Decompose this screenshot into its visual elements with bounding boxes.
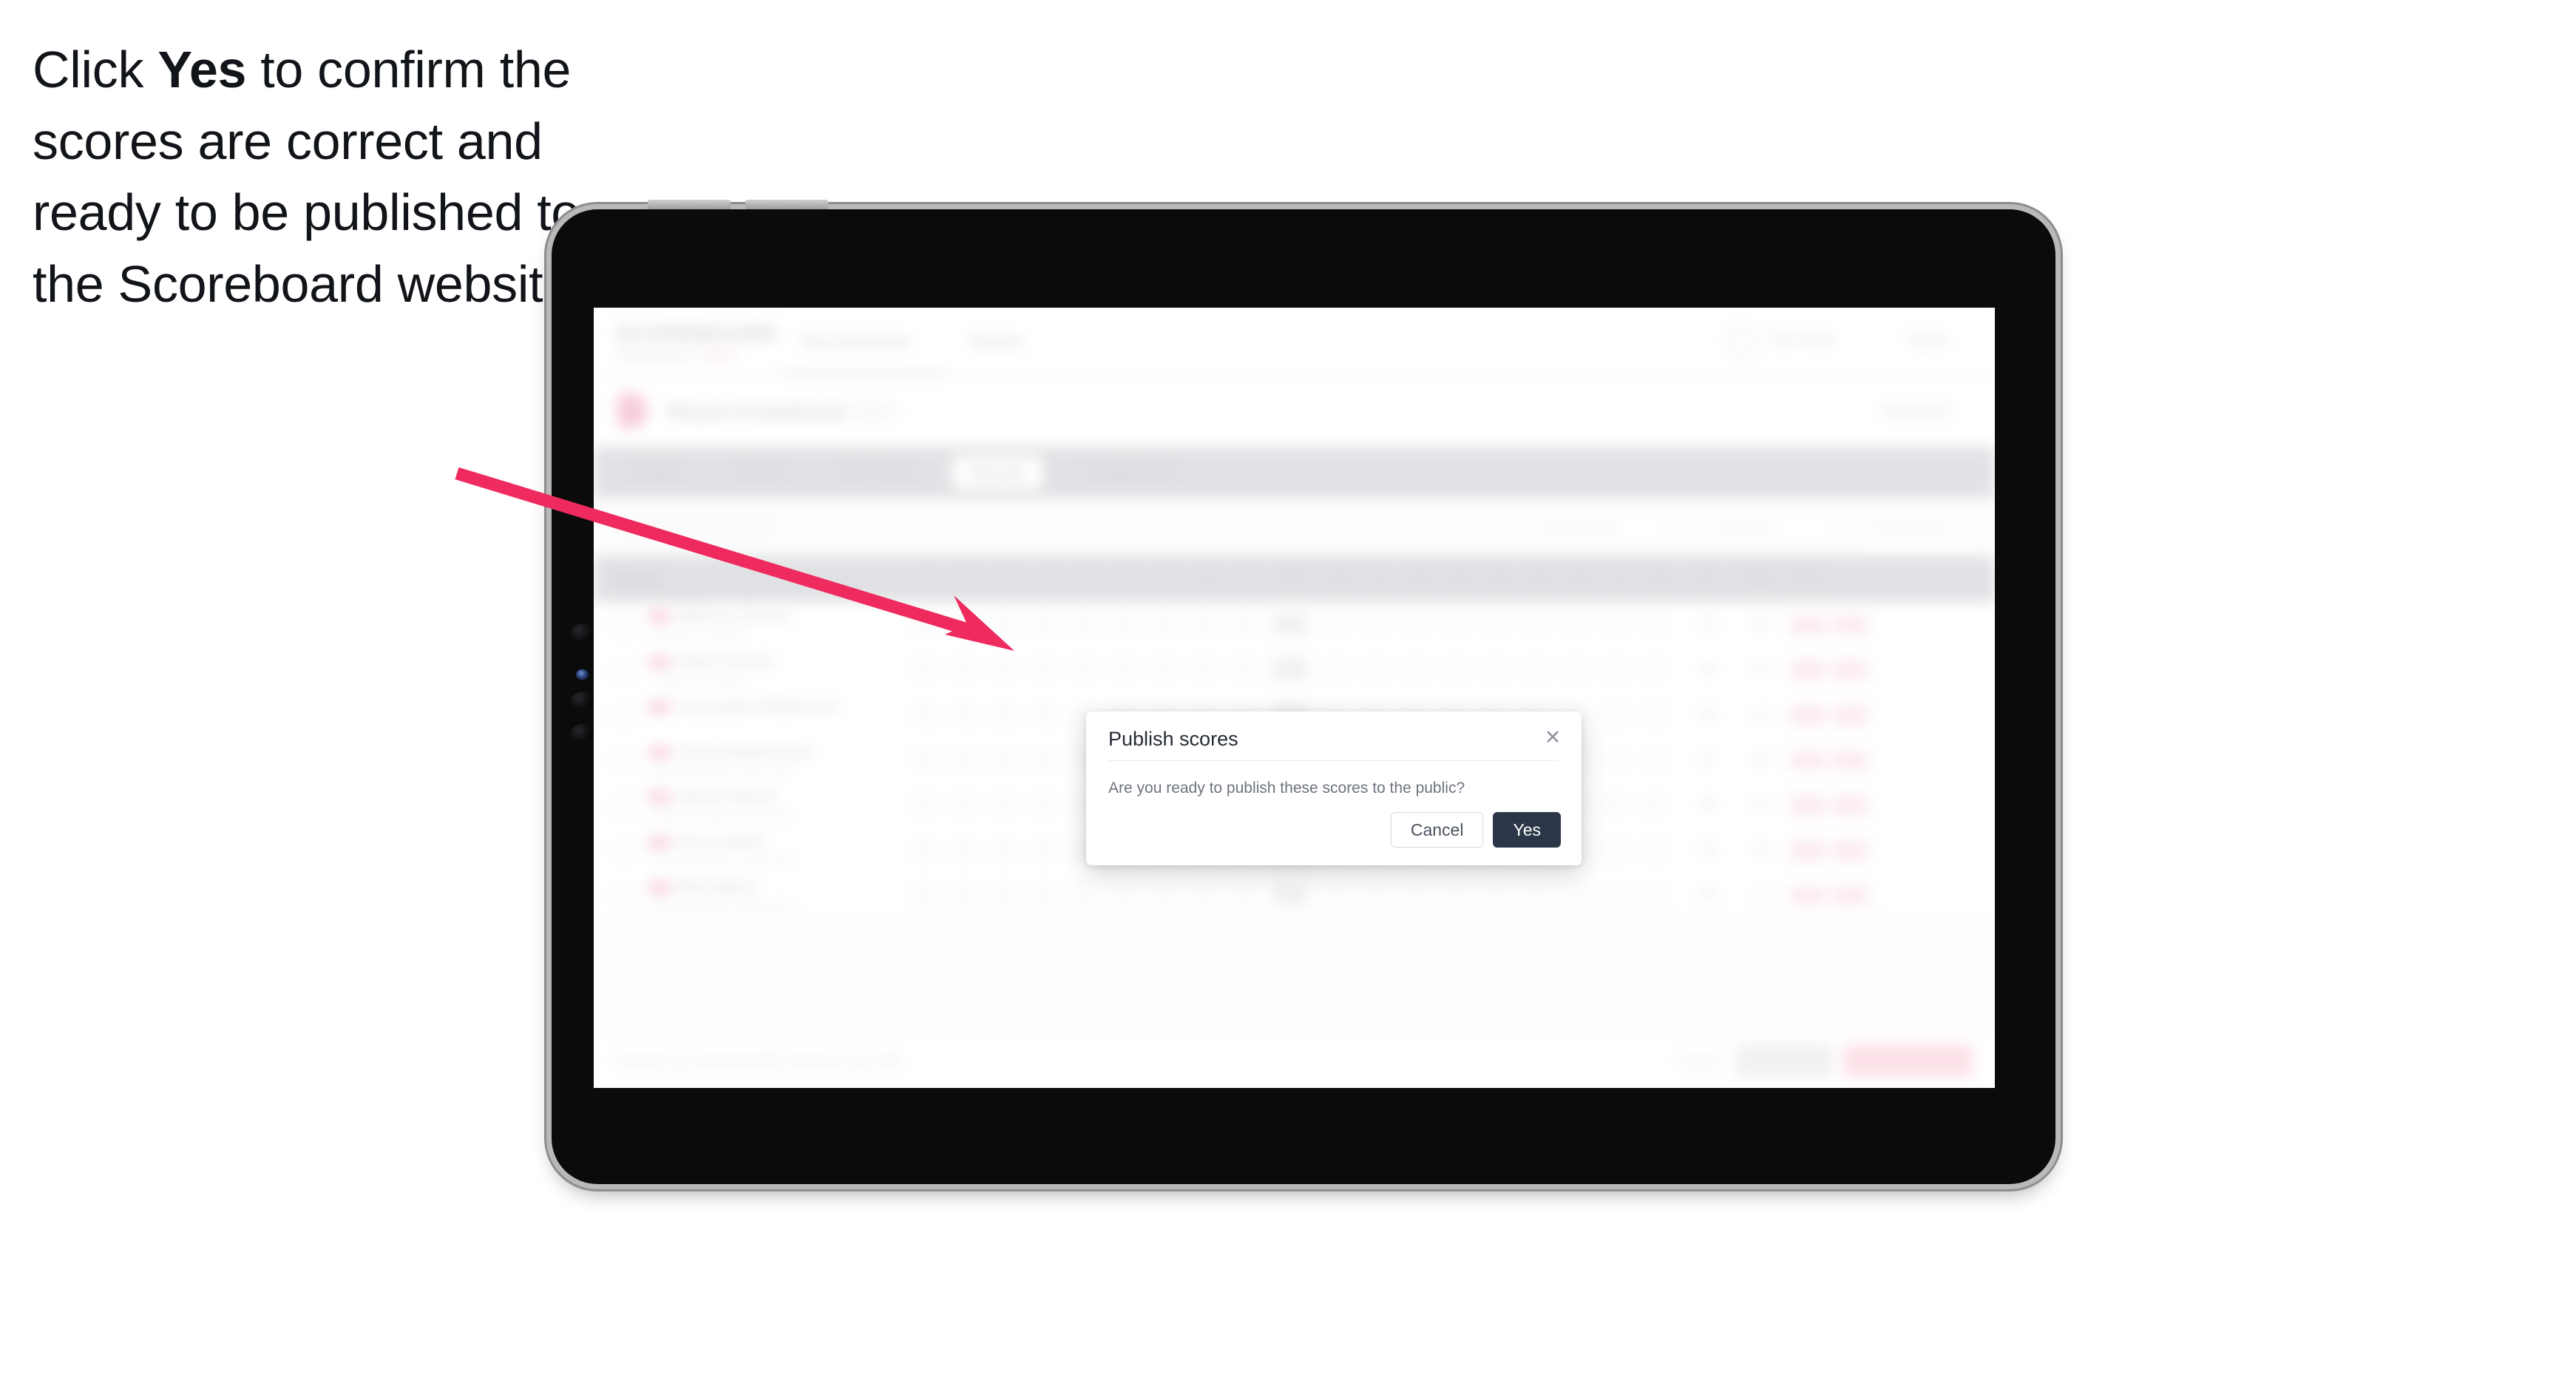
close-icon[interactable]: ✕ [1540, 725, 1565, 750]
instruction-caption: Click Yes to confirm the scores are corr… [33, 34, 594, 320]
camera-lens-icon [571, 623, 594, 643]
microphone-icon [579, 653, 585, 659]
camera-lens-icon [571, 692, 594, 710]
tablet-screen: SCOREBOARD POWERED BY GOLF Tournaments T… [594, 308, 1995, 1088]
volume-down-button[interactable] [745, 200, 828, 209]
cancel-button[interactable]: Cancel [1390, 812, 1484, 848]
sensor-icon [576, 669, 589, 680]
tablet-device: SCOREBOARD POWERED BY GOLF Tournaments T… [546, 200, 2061, 1189]
yes-button[interactable]: Yes [1493, 812, 1561, 848]
dialog-actions: Cancel Yes [1390, 812, 1561, 848]
modal-overlay [594, 308, 1995, 1088]
caption-text-bold: Yes [157, 41, 247, 98]
camera-lens-icon [571, 724, 594, 743]
volume-up-button[interactable] [648, 200, 731, 209]
dialog-title: Publish scores [1108, 728, 1238, 750]
dialog-message: Are you ready to publish these scores to… [1108, 780, 1465, 797]
caption-text-before: Click [33, 41, 158, 98]
publish-scores-dialog: Publish scores ✕ Are you ready to publis… [1086, 711, 1582, 865]
dialog-divider [1108, 760, 1559, 761]
